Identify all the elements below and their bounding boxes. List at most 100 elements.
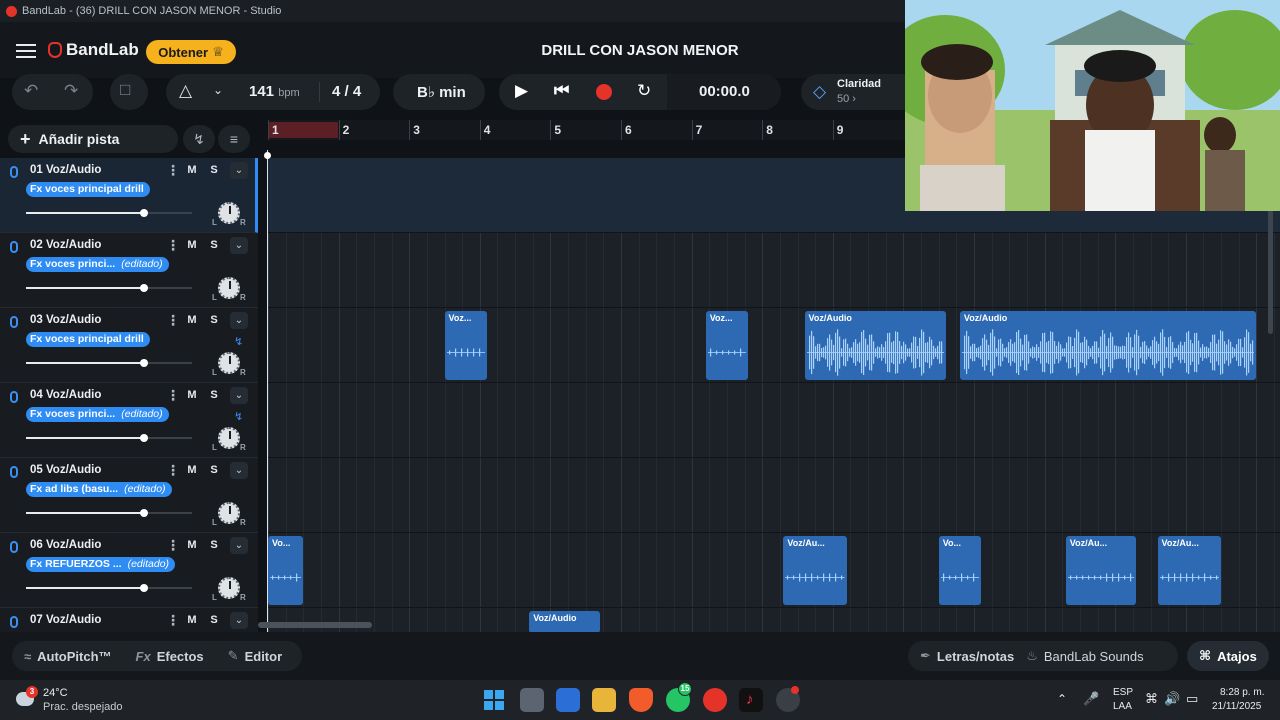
key-button[interactable]: B♭ min [393,74,485,110]
horizontal-scrollbar[interactable] [258,622,372,628]
get-membership-button[interactable]: Obtener ♕ [146,40,236,64]
track-lane[interactable] [268,608,1280,632]
chevron-down-icon[interactable]: ⌄ [230,237,248,254]
mute-button[interactable]: M [182,387,202,404]
solo-button[interactable]: S [204,387,224,404]
chevron-up-icon[interactable]: ⌃ [1057,692,1067,706]
add-track-button[interactable]: + Añadir pista [8,125,178,153]
wifi-icon[interactable]: ⌘ [1145,691,1158,707]
microsoft-store-icon[interactable] [556,688,580,712]
chevron-down-icon[interactable]: ⌄ [230,312,248,329]
tiktok-icon[interactable]: ♪ [739,688,763,712]
track-lane[interactable] [268,458,1280,533]
clock-date[interactable]: 21/11/2025 [1212,701,1261,712]
rewind-to-start-icon[interactable]: ⏮ [554,81,569,101]
pan-knob[interactable] [218,577,240,599]
save-button[interactable]: □ [110,74,148,110]
mute-button[interactable]: M [182,237,202,254]
autopitch-button[interactable]: ≈ AutoPitch™ [12,649,124,664]
pan-knob[interactable] [218,202,240,224]
more-options-icon[interactable]: ⋮ [166,462,180,479]
volume-slider[interactable] [26,212,192,214]
chevron-down-icon[interactable]: ⌄ [230,612,248,629]
automation-icon[interactable]: ↯ [234,410,243,423]
track-header[interactable]: 07 Voz/Audio ⋮ M S ⌄ L R [0,608,258,632]
volume-slider[interactable] [26,287,192,289]
task-view-icon[interactable] [520,688,544,712]
solo-button[interactable]: S [204,312,224,329]
bandlab-sounds-button[interactable]: ♨ BandLab Sounds [1026,648,1155,664]
microphone-tray-icon[interactable]: 🎤 [1083,691,1099,707]
volume-icon[interactable]: 🔊 [1164,691,1180,707]
clarity-button[interactable]: ◇ Claridad 50 › [801,74,911,110]
undo-icon[interactable]: ↶ [24,81,38,101]
record-icon[interactable] [596,84,612,100]
volume-slider-handle[interactable] [140,359,148,367]
chevron-down-icon[interactable]: ⌄ [230,537,248,554]
clock-time[interactable]: 8:28 p. m. [1220,687,1264,698]
shortcuts-button[interactable]: ⌘ Atajos [1187,641,1269,671]
track-name[interactable]: 02 Voz/Audio [30,239,101,251]
track-fx-chain[interactable]: Fx voces princi... (editado) [26,257,169,272]
volume-slider[interactable] [26,512,192,514]
whatsapp-icon[interactable]: 15 [666,688,690,712]
automation-toggle-button[interactable]: ↯ [183,125,215,153]
more-options-icon[interactable]: ⋮ [166,237,180,254]
track-fx-chain[interactable]: Fx voces principal drill [26,182,150,197]
weather-widget[interactable]: 3 [16,688,38,710]
editor-button[interactable]: ✎ Editor [216,648,294,664]
solo-button[interactable]: S [204,162,224,179]
track-name[interactable]: 04 Voz/Audio [30,389,101,401]
volume-slider-handle[interactable] [140,584,148,592]
audio-clip[interactable]: Voz/Au... [1158,536,1222,605]
pan-knob[interactable] [218,352,240,374]
volume-slider-handle[interactable] [140,284,148,292]
track-lane[interactable] [268,383,1280,458]
track-fx-chain[interactable]: Fx voces princi... (editado) [26,407,169,422]
song-title[interactable]: DRILL CON JASON MENOR [480,42,800,59]
playhead-handle[interactable] [264,152,271,159]
audio-clip[interactable]: Voz/Au... [783,536,847,605]
audio-clip[interactable]: Vo... [939,536,981,605]
automation-icon[interactable]: ↯ [234,335,243,348]
track-name[interactable]: 07 Voz/Audio [30,614,101,626]
mixer-settings-button[interactable]: ≡ [218,125,250,153]
brave-browser-icon[interactable] [629,688,653,712]
solo-button[interactable]: S [204,462,224,479]
audio-clip[interactable]: Voz/Audio [960,311,1257,380]
track-name[interactable]: 05 Voz/Audio [30,464,101,476]
track-header[interactable]: 04 Voz/Audio ⋮ M S ⌄ Fx voces princi...(… [0,383,258,458]
pan-knob[interactable] [218,427,240,449]
arrangement-area[interactable]: Voz... Voz... Voz/Audio Voz/Audio Vo... Voz/A… [268,158,1280,632]
more-options-icon[interactable]: ⋮ [166,312,180,329]
tempo-display[interactable]: 141 bpm [249,83,300,100]
mute-button[interactable]: M [182,162,202,179]
mute-button[interactable]: M [182,537,202,554]
track-name[interactable]: 01 Voz/Audio [30,164,101,176]
track-fx-chain[interactable]: Fx REFUERZOS ... (editado) [26,557,175,572]
audio-clip[interactable]: Voz/Au... [1066,536,1137,605]
timeline-ruler[interactable]: 1 2 3 4 5 6 7 8 9 [268,120,905,140]
bandlab-logo[interactable]: BandLab [48,40,139,60]
volume-slider-handle[interactable] [140,434,148,442]
more-options-icon[interactable]: ⋮ [166,387,180,404]
pan-knob[interactable] [218,277,240,299]
recorder-app-icon[interactable] [776,688,800,712]
chevron-down-icon[interactable]: ⌄ [230,162,248,179]
audio-clip[interactable]: Vo... [268,536,303,605]
time-signature[interactable]: 4 / 4 [332,83,361,100]
track-header[interactable]: 02 Voz/Audio ⋮ M S ⌄ Fx voces princi... (… [0,233,258,308]
audio-clip[interactable]: Voz... [445,311,487,380]
play-icon[interactable]: ▶ [515,81,528,101]
chevron-down-icon[interactable]: ⌄ [230,462,248,479]
chevron-down-icon[interactable]: ⌄ [213,83,223,97]
file-explorer-icon[interactable] [592,688,616,712]
volume-slider[interactable] [26,437,192,439]
track-name[interactable]: 03 Voz/Audio [30,314,101,326]
volume-slider[interactable] [26,587,192,589]
volume-slider[interactable] [26,362,192,364]
track-fx-chain[interactable]: Fx voces principal drill [26,332,150,347]
hamburger-menu-icon[interactable] [16,44,36,58]
more-options-icon[interactable]: ⋮ [166,162,180,179]
solo-button[interactable]: S [204,537,224,554]
